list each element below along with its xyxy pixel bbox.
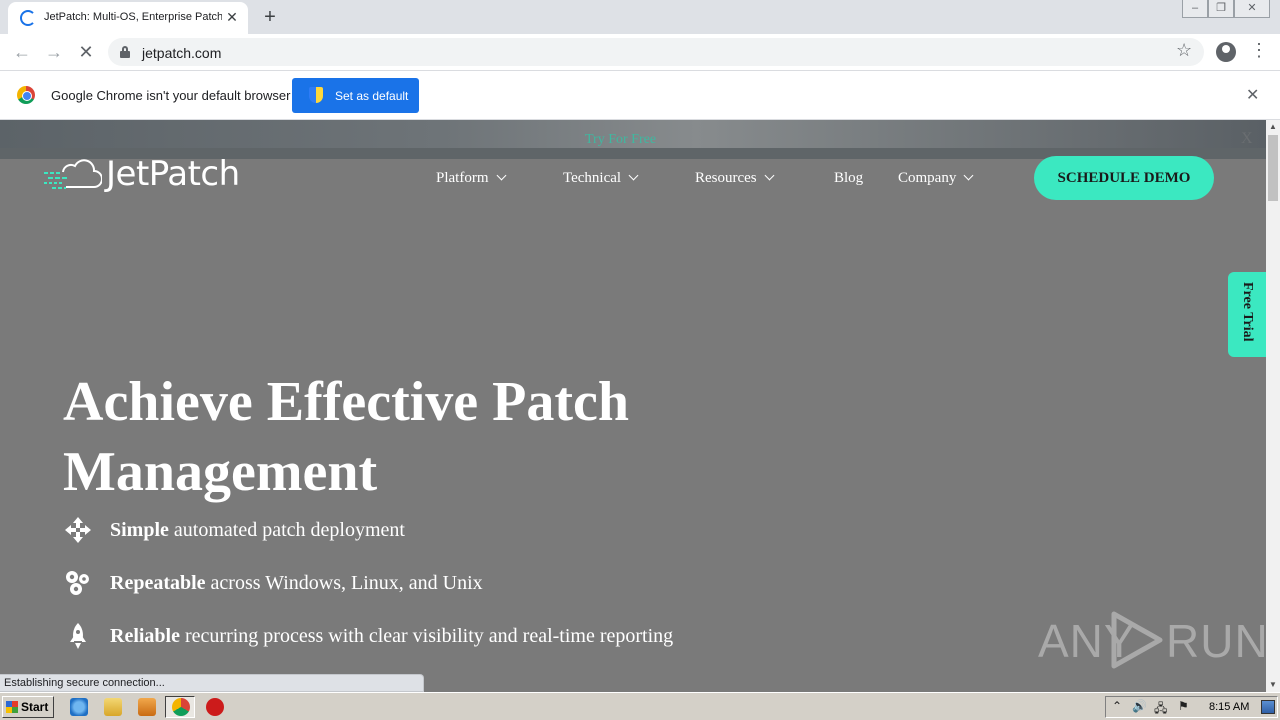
gears-icon — [66, 571, 89, 595]
bookmark-star-icon[interactable]: ☆ — [1176, 40, 1192, 61]
opera-icon[interactable] — [206, 698, 224, 716]
nav-technical-label: Technical — [563, 170, 622, 186]
feature-simple-text: Simple automated patch deployment — [110, 519, 405, 542]
feature-repeatable-rest: across Windows, Linux, and Unix — [205, 572, 483, 594]
chevron-down-icon — [963, 170, 974, 181]
scroll-down-arrow-icon[interactable]: ▼ — [1266, 678, 1280, 692]
windows-taskbar: Start ⌃ 🔊 🖧 ⚑ 8:15 AM — [0, 692, 1280, 720]
chrome-taskbar-button[interactable] — [165, 696, 195, 718]
stop-loading-button[interactable]: ✕ — [74, 40, 98, 64]
feature-simple: Simple automated patch deployment — [63, 515, 783, 547]
loading-spinner-icon — [20, 10, 36, 26]
play-triangle-icon — [1111, 611, 1163, 669]
nav-technical[interactable]: Technical — [563, 170, 639, 187]
taskbar-clock[interactable]: 8:15 AM — [1209, 701, 1249, 713]
lock-icon[interactable] — [120, 46, 130, 58]
uac-shield-icon — [309, 87, 323, 103]
arrows-move-icon — [65, 517, 91, 543]
url-text[interactable]: jetpatch.com — [142, 45, 221, 61]
window-close-button[interactable]: ✕ — [1234, 0, 1270, 18]
status-bubble: Establishing secure connection... — [0, 674, 424, 692]
restore-button[interactable]: ❐ — [1208, 0, 1234, 18]
set-as-default-label: Set as default — [335, 89, 409, 103]
feature-simple-rest: automated patch deployment — [168, 519, 405, 541]
file-explorer-icon[interactable] — [104, 698, 122, 716]
rocket-icon — [70, 623, 86, 649]
free-trial-tab[interactable]: Free Trial — [1228, 272, 1266, 357]
system-tray: ⌃ 🔊 🖧 ⚑ 8:15 AM — [1105, 696, 1278, 718]
profile-avatar-icon[interactable] — [1216, 42, 1236, 62]
feature-repeatable: Repeatable across Windows, Linux, and Un… — [63, 568, 783, 600]
nav-platform-label: Platform — [436, 170, 489, 186]
anyrun-watermark: ANY RUN — [1038, 608, 1266, 672]
free-trial-label: Free Trial — [1240, 282, 1255, 342]
feature-reliable-text: Reliable recurring process with clear vi… — [110, 625, 673, 648]
page-viewport: Try For Free X JetPatch Platform Technic… — [0, 120, 1266, 692]
windows-flag-icon — [6, 701, 18, 713]
try-for-free-link[interactable]: Try For Free — [585, 132, 656, 148]
tab-close-icon[interactable]: ✕ — [224, 9, 240, 25]
scrollbar-thumb[interactable] — [1268, 135, 1278, 201]
feature-repeatable-text: Repeatable across Windows, Linux, and Un… — [110, 572, 483, 595]
feature-reliable: Reliable recurring process with clear vi… — [63, 621, 783, 653]
watermark-run: RUN — [1166, 615, 1266, 667]
minimize-button[interactable]: – — [1182, 0, 1208, 18]
nav-resources[interactable]: Resources — [695, 170, 775, 187]
browser-toolbar: ← → ✕ jetpatch.com ☆ ⋮ — [0, 34, 1280, 71]
tray-expand-icon[interactable]: ⌃ — [1112, 699, 1122, 713]
browser-menu-icon[interactable]: ⋮ — [1250, 40, 1268, 61]
chevron-down-icon — [764, 170, 775, 181]
hero-title: Achieve Effective Patch Management — [63, 371, 629, 503]
schedule-demo-button[interactable]: SCHEDULE DEMO — [1034, 156, 1214, 200]
infobar-message: Google Chrome isn't your default browser — [51, 88, 291, 103]
address-bar[interactable]: jetpatch.com ☆ — [108, 38, 1204, 66]
page-scrollbar[interactable]: ▲ ▼ — [1266, 120, 1280, 692]
nav-company[interactable]: Company — [898, 170, 974, 187]
browser-tab[interactable]: JetPatch: Multi-OS, Enterprise Patch ✕ — [8, 2, 248, 34]
nav-resources-label: Resources — [695, 170, 757, 186]
start-label: Start — [21, 700, 49, 714]
network-icon[interactable]: 🖧 — [1154, 699, 1167, 720]
set-as-default-button[interactable]: Set as default — [292, 78, 419, 113]
start-button[interactable]: Start — [2, 696, 54, 718]
volume-icon[interactable]: 🔊 — [1132, 699, 1147, 713]
internet-explorer-icon[interactable] — [70, 698, 88, 716]
feature-reliable-rest: recurring process with clear visibility … — [180, 625, 674, 647]
nav-blog[interactable]: Blog — [834, 170, 863, 187]
action-center-flag-icon[interactable]: ⚑ — [1178, 699, 1189, 713]
media-player-icon[interactable] — [138, 698, 156, 716]
nav-platform[interactable]: Platform — [436, 170, 506, 187]
chrome-icon — [172, 698, 190, 716]
jetpatch-logo-text[interactable]: JetPatch — [106, 154, 240, 194]
new-tab-button[interactable]: + — [258, 6, 282, 28]
forward-button[interactable]: → — [42, 40, 66, 64]
feature-simple-bold: Simple — [110, 519, 169, 541]
tab-strip: JetPatch: Multi-OS, Enterprise Patch ✕ +… — [0, 0, 1280, 34]
feature-reliable-bold: Reliable — [110, 625, 180, 647]
infobar-close-icon[interactable]: ✕ — [1246, 85, 1259, 105]
show-desktop-icon[interactable] — [1261, 700, 1275, 714]
back-button[interactable]: ← — [10, 40, 34, 64]
jetpatch-logo-icon[interactable] — [44, 157, 102, 193]
chevron-down-icon — [496, 170, 506, 181]
banner-close-button[interactable]: X — [1241, 130, 1253, 148]
tab-title: JetPatch: Multi-OS, Enterprise Patch — [44, 11, 222, 23]
scroll-up-arrow-icon[interactable]: ▲ — [1266, 120, 1280, 134]
nav-company-label: Company — [898, 170, 957, 186]
default-browser-infobar: Google Chrome isn't your default browser… — [0, 71, 1280, 120]
chevron-down-icon — [628, 170, 639, 181]
chrome-logo-icon — [17, 86, 35, 104]
feature-repeatable-bold: Repeatable — [110, 572, 206, 594]
